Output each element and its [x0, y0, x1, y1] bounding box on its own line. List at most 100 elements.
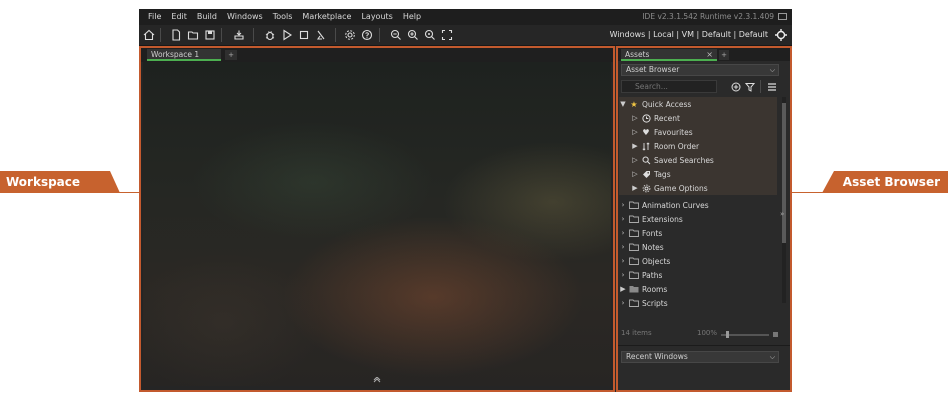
create-asset-icon[interactable] [730, 80, 742, 93]
workspace-panel: Workspace 1 + [139, 46, 615, 392]
asset-status-bar: 14 items 100% [621, 329, 786, 341]
quick-access-item-label: Recent [654, 113, 680, 123]
asset-folder[interactable]: › Fonts [619, 226, 777, 240]
chevron-right-icon: › [621, 215, 625, 223]
create-executable-icon[interactable] [232, 28, 246, 42]
chevron-right-icon: › [621, 257, 625, 265]
asset-browser-dropdown-label: Asset Browser [626, 65, 680, 74]
version-label: IDE v2.3.1.542 Runtime v2.3.1.409 [642, 12, 774, 21]
menu-marketplace[interactable]: Marketplace [297, 9, 356, 25]
folder-icon [629, 214, 639, 224]
quick-access-item[interactable]: ▶ Game Options [619, 181, 789, 195]
asset-folder-label: Notes [642, 242, 664, 252]
recent-windows-label: Recent Windows [626, 352, 688, 361]
quick-access-item-label: Favourites [654, 127, 693, 137]
zoom-slider-handle[interactable] [726, 331, 729, 338]
home-icon[interactable] [142, 28, 156, 42]
workspace-canvas[interactable] [143, 62, 611, 386]
new-project-icon[interactable] [169, 28, 183, 42]
asset-browser-panel: Assets × + Asset Browser ⌵ Search... ▼ ★… [616, 46, 792, 392]
game-options-icon[interactable] [343, 28, 357, 42]
menu-edit[interactable]: Edit [166, 9, 192, 25]
help-icon[interactable] [360, 28, 374, 42]
folder-icon [629, 228, 639, 238]
workspace-tab[interactable]: Workspace 1 [147, 49, 221, 61]
menu-layouts[interactable]: Layouts [356, 9, 397, 25]
items-count: 14 items [621, 329, 652, 337]
quick-access-item-label: Room Order [654, 141, 700, 151]
quick-access-group[interactable]: ▼ ★ Quick Access [619, 97, 777, 111]
recent-windows-dropdown[interactable]: Recent Windows ⌵ [621, 351, 779, 363]
asset-browser-dropdown[interactable]: Asset Browser ⌵ [621, 64, 779, 76]
save-icon[interactable] [203, 28, 217, 42]
folder-filled-icon [629, 284, 639, 294]
ide-window: File Edit Build Windows Tools Marketplac… [139, 9, 792, 392]
run-icon[interactable] [280, 28, 294, 42]
zoom-max-icon[interactable] [773, 332, 778, 337]
close-icon[interactable]: × [706, 49, 713, 60]
window-minimize-icon[interactable] [778, 13, 787, 20]
menu-build[interactable]: Build [192, 9, 222, 25]
add-asset-tab-button[interactable]: + [719, 50, 729, 60]
quick-access-item[interactable]: ▶ Room Order [619, 139, 789, 153]
caret-down-icon: ▼ [620, 100, 626, 108]
zoom-reset-icon[interactable] [423, 28, 437, 42]
asset-search-row [621, 79, 789, 95]
stop-icon[interactable] [297, 28, 311, 42]
menu-bar: File Edit Build Windows Tools Marketplac… [139, 9, 792, 25]
quick-access-item[interactable]: ▷ Saved Searches [619, 153, 789, 167]
quick-access-item-label: Tags [654, 169, 671, 179]
search-separator [760, 80, 761, 93]
recent-icon [641, 113, 651, 123]
asset-folder-label: Paths [642, 270, 663, 280]
menu-tools[interactable]: Tools [268, 9, 298, 25]
chevron-right-icon: › [621, 299, 625, 307]
open-icon[interactable] [186, 28, 200, 42]
menu-help[interactable]: Help [398, 9, 426, 25]
menu-file[interactable]: File [143, 9, 166, 25]
asset-folder[interactable]: › Animation Curves [619, 198, 777, 212]
saved-search-icon [641, 155, 651, 165]
folder-icon [629, 270, 639, 280]
filter-icon[interactable] [744, 80, 756, 93]
target-config-label[interactable]: Windows | Local | VM | Default | Default [610, 25, 768, 45]
clean-icon[interactable] [314, 28, 328, 42]
menu-windows[interactable]: Windows [222, 9, 268, 25]
asset-folder[interactable]: › Extensions [619, 212, 777, 226]
caret-right-icon: ▶ [620, 285, 626, 293]
chevron-down-icon: ⌵ [769, 66, 775, 74]
caret-right-outline-icon: ▷ [632, 170, 638, 178]
zoom-out-icon[interactable] [389, 28, 403, 42]
quick-access-item[interactable]: ▷ Tags [619, 167, 789, 181]
heart-icon: ♥ [642, 127, 650, 137]
quick-access-item[interactable]: ▷ ♥ Favourites [619, 125, 789, 139]
asset-folder-label: Rooms [642, 284, 668, 294]
asset-folder[interactable]: › Paths [619, 268, 777, 282]
asset-search-input[interactable] [621, 80, 717, 93]
asset-folder[interactable]: › Notes [619, 240, 777, 254]
asset-folder-label: Extensions [642, 214, 683, 224]
expand-output-icon[interactable] [373, 376, 381, 385]
asset-folder-label: Animation Curves [642, 200, 709, 210]
dock-expand-icon[interactable]: » [780, 210, 784, 218]
fullscreen-icon[interactable] [440, 28, 454, 42]
asset-browser-leader-line [792, 192, 824, 193]
target-settings-icon[interactable] [774, 28, 788, 42]
zoom-in-icon[interactable] [406, 28, 420, 42]
add-workspace-button[interactable]: + [225, 50, 237, 60]
scrollbar-thumb[interactable] [782, 103, 786, 243]
quick-access-item[interactable]: ▷ Recent [619, 111, 789, 125]
workspace-callout: Workspace [0, 171, 120, 193]
asset-folder[interactable]: ▶ Rooms [619, 282, 777, 296]
quick-access-item-label: Saved Searches [654, 155, 714, 165]
toolbar-separator [335, 28, 336, 42]
chevron-down-icon: ⌵ [769, 353, 775, 361]
asset-folder[interactable]: › Objects [619, 254, 777, 268]
chevron-right-icon: › [621, 229, 625, 237]
asset-tree-scrollbar[interactable] [782, 97, 786, 303]
asset-folder[interactable]: › Scripts [619, 296, 777, 310]
panel-divider [618, 345, 790, 346]
debug-icon[interactable] [263, 28, 277, 42]
menu-icon[interactable] [766, 80, 778, 93]
assets-tab[interactable]: Assets × [621, 49, 717, 61]
